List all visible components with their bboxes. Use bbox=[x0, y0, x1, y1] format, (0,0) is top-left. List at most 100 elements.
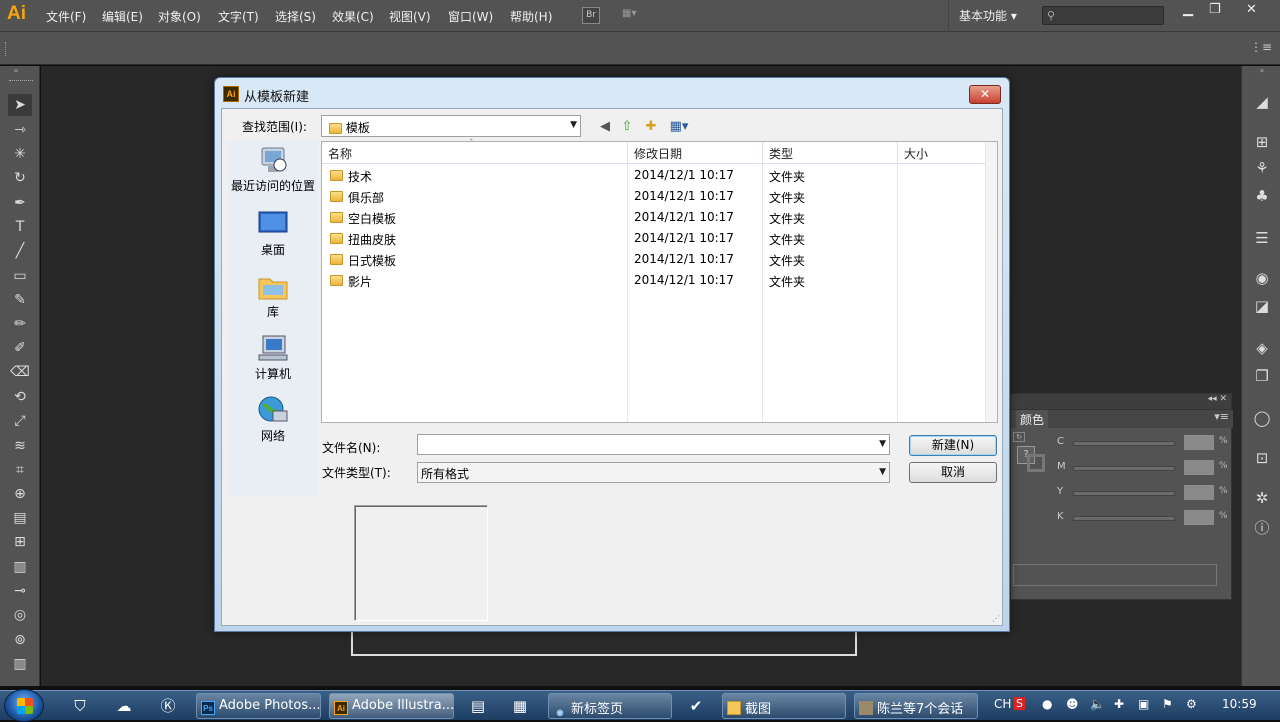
filetype-dropdown[interactable]: 所有格式 ▼ bbox=[417, 462, 890, 483]
volume-icon[interactable]: 🔈 bbox=[1090, 697, 1105, 711]
cancel-button[interactable]: 取消 bbox=[909, 462, 997, 483]
taskbar-folder[interactable]: 截图 bbox=[722, 693, 846, 719]
color-panel-header[interactable]: ◂◂ ✕ bbox=[1011, 394, 1231, 410]
file-row[interactable]: 空白模板 2014/12/1 10:17 文件夹 bbox=[322, 207, 987, 228]
swatches-panel-icon[interactable]: ⊞ bbox=[1252, 132, 1272, 152]
vertical-scrollbar[interactable] bbox=[985, 142, 997, 422]
magic-wand-tool-icon[interactable]: ✳ bbox=[8, 143, 32, 165]
column-date[interactable]: 修改日期 bbox=[628, 142, 763, 164]
menu-effect[interactable]: 效果(C) bbox=[332, 8, 374, 25]
look-in-dropdown[interactable]: 模板 ▼ bbox=[321, 115, 581, 137]
control-bar-grip[interactable] bbox=[5, 42, 8, 56]
dock-collapse-icon[interactable]: « bbox=[1252, 66, 1272, 76]
stroke-swatch[interactable] bbox=[1027, 454, 1045, 472]
network-tray-icon[interactable]: ▣ bbox=[1138, 697, 1149, 711]
lasso-tool-icon[interactable]: ↻ bbox=[8, 167, 32, 189]
layers-panel-icon[interactable]: ◈ bbox=[1252, 338, 1272, 358]
black-slider[interactable] bbox=[1073, 516, 1175, 521]
scale-tool-icon[interactable]: ⤢ bbox=[8, 410, 32, 432]
up-folder-icon[interactable]: ⇧ bbox=[618, 119, 636, 135]
transform-panel-icon[interactable]: ⊡ bbox=[1252, 448, 1272, 468]
color-panel-tab[interactable]: 颜色 bbox=[1016, 410, 1049, 429]
taskbar-browser[interactable]: ◉ 新标签页 bbox=[548, 693, 672, 719]
place-recent[interactable]: 最近访问的位置 bbox=[228, 145, 318, 194]
file-row[interactable]: 扭曲皮肤 2014/12/1 10:17 文件夹 bbox=[322, 228, 987, 249]
file-row[interactable]: 技术 2014/12/1 10:17 文件夹 bbox=[322, 165, 987, 186]
file-row[interactable]: 日式模板 2014/12/1 10:17 文件夹 bbox=[322, 249, 987, 270]
toolbar-grip[interactable] bbox=[9, 80, 33, 84]
new-folder-icon[interactable]: ✚ bbox=[642, 119, 660, 135]
artboards-panel-icon[interactable]: ❐ bbox=[1252, 366, 1272, 386]
menu-help[interactable]: 帮助(H) bbox=[510, 8, 552, 25]
transparency-panel-icon[interactable]: ◯ bbox=[1252, 408, 1272, 428]
menu-file[interactable]: 文件(F) bbox=[46, 8, 86, 25]
pen-tool-icon[interactable]: ✒ bbox=[8, 192, 32, 214]
tray-qq-icon[interactable]: ☻ bbox=[1066, 697, 1079, 711]
rectangle-tool-icon[interactable]: ▭ bbox=[8, 265, 32, 287]
mesh-tool-icon[interactable]: ⊞ bbox=[8, 531, 32, 553]
place-libraries[interactable]: 库 bbox=[228, 271, 318, 320]
yellow-slider[interactable] bbox=[1073, 491, 1175, 496]
file-row[interactable]: 俱乐部 2014/12/1 10:17 文件夹 bbox=[322, 186, 987, 207]
menu-select[interactable]: 选择(S) bbox=[275, 8, 316, 25]
eraser-tool-icon[interactable]: ⌫ bbox=[8, 361, 32, 383]
panel-collapse-icon[interactable]: » bbox=[4, 66, 28, 76]
column-graph-tool-icon[interactable]: ▥ bbox=[8, 653, 32, 675]
type-tool-icon[interactable]: T bbox=[8, 216, 32, 238]
line-tool-icon[interactable]: ╱ bbox=[8, 240, 32, 262]
place-computer[interactable]: 计算机 bbox=[228, 333, 318, 382]
symbols-panel-icon[interactable]: ♣ bbox=[1252, 186, 1272, 206]
pinned-app-icon[interactable]: ▤ bbox=[464, 694, 492, 718]
navigator-panel-icon[interactable]: ◢ bbox=[1252, 92, 1272, 112]
bridge-button[interactable]: Br bbox=[582, 7, 600, 24]
appearance-panel-icon[interactable]: ◉ bbox=[1252, 268, 1272, 288]
menu-type[interactable]: 文字(T) bbox=[218, 8, 259, 25]
stroke-panel-icon[interactable]: ☰ bbox=[1252, 228, 1272, 248]
taskbar-photoshop[interactable]: Ps Adobe Photos... bbox=[196, 693, 321, 719]
fill-stroke-swatch[interactable]: ↻ ? bbox=[1013, 432, 1049, 474]
paintbrush-tool-icon[interactable]: ✎ bbox=[8, 289, 32, 311]
dialog-close-button[interactable]: ✕ bbox=[969, 85, 1001, 104]
width-tool-icon[interactable]: ≋ bbox=[8, 435, 32, 457]
search-input[interactable]: ⚲ bbox=[1042, 6, 1164, 25]
brushes-panel-icon[interactable]: ⚘ bbox=[1252, 158, 1272, 178]
place-network[interactable]: 网络 bbox=[228, 395, 318, 444]
pinned-app-icon[interactable]: ✔ bbox=[682, 694, 710, 718]
place-desktop[interactable]: 桌面 bbox=[228, 209, 318, 258]
file-list[interactable]: 名称 ˆ 修改日期 类型 大小 技术 2014/12/1 10:17 文件夹 俱乐部 20… bbox=[321, 139, 998, 423]
column-type[interactable]: 类型 bbox=[763, 142, 898, 164]
eyedropper-tool-icon[interactable]: ⊸ bbox=[8, 580, 32, 602]
cyan-input[interactable] bbox=[1183, 434, 1215, 451]
tray-wechat-icon[interactable]: ● bbox=[1042, 697, 1052, 711]
action-center-icon[interactable]: ⚑ bbox=[1162, 697, 1173, 711]
filename-input[interactable]: ▼ bbox=[417, 434, 890, 455]
menu-window[interactable]: 窗口(W) bbox=[448, 8, 493, 25]
pathfinder-panel-icon[interactable]: ✲ bbox=[1252, 488, 1272, 508]
new-button[interactable]: 新建(N) bbox=[909, 435, 997, 456]
file-row[interactable]: 影片 2014/12/1 10:17 文件夹 bbox=[322, 270, 987, 291]
tray-app-icon[interactable]: ✚ bbox=[1114, 697, 1124, 711]
swap-icon[interactable]: ↻ bbox=[1013, 432, 1025, 442]
black-input[interactable] bbox=[1183, 509, 1215, 526]
ime-indicator[interactable]: CH bbox=[994, 697, 1011, 711]
pinned-app-icon[interactable]: Ⓚ bbox=[154, 694, 182, 718]
taskbar-chat[interactable]: 陈兰等7个会话 bbox=[854, 693, 978, 719]
direct-selection-tool-icon[interactable]: ⇾ bbox=[8, 119, 32, 141]
blend-tool-icon[interactable]: ◎ bbox=[8, 604, 32, 626]
panel-menu-icon[interactable]: ▾≡ bbox=[1214, 410, 1229, 423]
symbol-sprayer-tool-icon[interactable]: ⊚ bbox=[8, 629, 32, 651]
pinned-app-icon[interactable]: ▦ bbox=[506, 694, 534, 718]
column-name[interactable]: 名称 ˆ bbox=[322, 139, 628, 164]
gradient-tool-icon[interactable]: ▥ bbox=[8, 556, 32, 578]
pinned-app-icon[interactable]: ⛉ bbox=[66, 694, 94, 718]
taskbar-illustrator[interactable]: Ai Adobe Illustra... bbox=[329, 693, 454, 719]
ime-icon[interactable]: S bbox=[1014, 697, 1025, 710]
minimize-icon[interactable]: ▁ bbox=[1183, 2, 1193, 17]
graphic-styles-panel-icon[interactable]: ◪ bbox=[1252, 296, 1272, 316]
pinned-app-icon[interactable]: ☁ bbox=[110, 694, 138, 718]
menu-edit[interactable]: 编辑(E) bbox=[102, 8, 143, 25]
column-size[interactable]: 大小 bbox=[898, 142, 987, 164]
color-spectrum-bar[interactable] bbox=[1013, 564, 1217, 586]
tray-device-icon[interactable]: ⚙ bbox=[1186, 697, 1197, 711]
control-bar-menu-icon[interactable]: ⋮≡ bbox=[1250, 40, 1272, 54]
